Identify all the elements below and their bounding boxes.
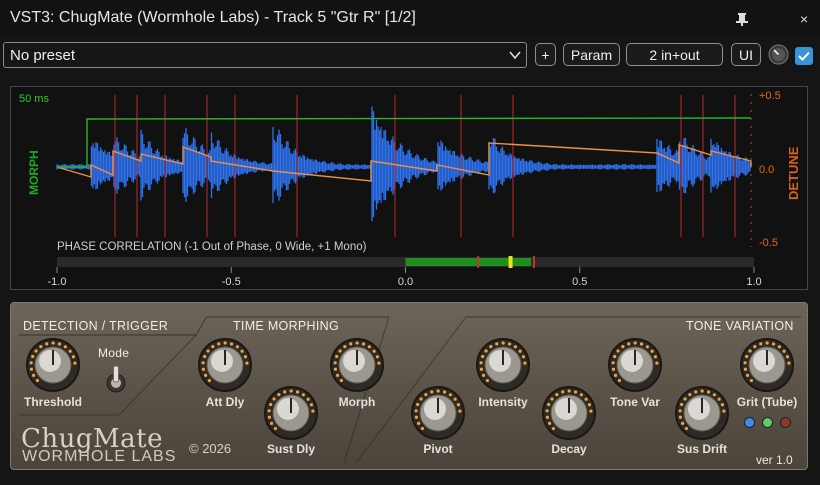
- toolbar: No preset + Param 2 in+out UI: [0, 36, 820, 74]
- sus-drift-knob[interactable]: [674, 385, 730, 441]
- decay-label: Decay: [551, 442, 587, 456]
- sus-drift-label: Sus Drift: [676, 442, 727, 456]
- decay-knob[interactable]: [541, 385, 597, 441]
- add-button[interactable]: +: [535, 43, 556, 66]
- preset-value: No preset: [10, 47, 76, 64]
- morph-label: Morph: [338, 395, 376, 409]
- scope-display: +0.5 0.0 -0.5 50 ms MORPH DETUNE PHASE C…: [10, 86, 808, 290]
- phase-tick-label: 0.5: [572, 276, 587, 288]
- time-scale-label: 50 ms: [19, 93, 49, 105]
- intensity-knob[interactable]: [475, 337, 531, 393]
- close-button[interactable]: ×: [800, 11, 808, 27]
- knob-graphic: [542, 386, 596, 440]
- mode-toggle-switch[interactable]: [104, 363, 128, 395]
- knob-graphic: [26, 338, 80, 392]
- tone-var-label: Tone Var: [610, 395, 660, 409]
- knob-graphic: [411, 386, 465, 440]
- phase-tick-label: -1.0: [48, 276, 67, 288]
- control-panel: DETECTION / TRIGGER TIME MORPHING TONE V…: [10, 302, 808, 470]
- version-text: ver 1.0: [756, 453, 793, 467]
- title-bar: VST3: ChugMate (Wormhole Labs) - Track 5…: [0, 0, 820, 36]
- section-time-title: TIME MORPHING: [233, 319, 339, 333]
- phase-tick-label: -0.5: [222, 276, 241, 288]
- preset-dropdown[interactable]: No preset: [3, 42, 527, 68]
- morph-knob[interactable]: [329, 337, 385, 393]
- detune-tick-mid: 0.0: [759, 164, 774, 176]
- phase-tick-label: 0.0: [398, 276, 413, 288]
- section-tone-title: TONE VARIATION: [686, 319, 794, 333]
- brand-logo-company: WORMHOLE LABS: [22, 448, 177, 465]
- window-title: VST3: ChugMate (Wormhole Labs) - Track 5…: [10, 9, 416, 26]
- waveform: [56, 106, 751, 222]
- detune-tick-bottom: -0.5: [759, 237, 778, 249]
- sust-dly-knob[interactable]: [263, 385, 319, 441]
- phase-ticks: -1.0 -0.5 0.0 0.5 1.0: [48, 267, 762, 288]
- param-button[interactable]: Param: [563, 43, 620, 66]
- grit-label: Grit (Tube): [736, 395, 798, 409]
- pivot-knob[interactable]: [410, 385, 466, 441]
- att-dly-knob[interactable]: [197, 337, 253, 393]
- grit-knob[interactable]: [739, 337, 795, 393]
- copyright-text: © 2026: [189, 441, 232, 456]
- dry-wet-knob-icon[interactable]: [768, 44, 789, 65]
- knob-graphic: [330, 338, 384, 392]
- bypass-checkbox[interactable]: [795, 47, 813, 65]
- detune-tick-top: +0.5: [759, 90, 781, 102]
- mode-label: Mode: [98, 346, 130, 360]
- scope-svg: +0.5 0.0 -0.5 50 ms MORPH DETUNE PHASE C…: [19, 90, 801, 288]
- led-red: [780, 417, 791, 428]
- pivot-label: Pivot: [423, 442, 453, 456]
- threshold-label: Threshold: [23, 395, 82, 409]
- waveform-path: [56, 106, 751, 222]
- check-icon: [798, 51, 810, 61]
- knob-graphic: [608, 338, 662, 392]
- led-green: [762, 417, 773, 428]
- intensity-label: Intensity: [478, 395, 528, 409]
- morph-axis-label: MORPH: [27, 150, 41, 195]
- led-blue: [744, 417, 755, 428]
- tone-var-knob[interactable]: [607, 337, 663, 393]
- phase-marker: [532, 256, 535, 268]
- att-dly-label: Att Dly: [205, 395, 245, 409]
- threshold-knob[interactable]: [25, 337, 81, 393]
- knob-graphic: [264, 386, 318, 440]
- knob-graphic: [198, 338, 252, 392]
- phase-tick-label: 1.0: [746, 276, 761, 288]
- sust-dly-label: Sust Dly: [266, 442, 315, 456]
- phase-marker: [477, 256, 480, 268]
- section-detection-title: DETECTION / TRIGGER: [23, 319, 169, 333]
- ui-button[interactable]: UI: [731, 43, 761, 66]
- io-routing-button[interactable]: 2 in+out: [626, 43, 723, 66]
- knob-graphic: [740, 338, 794, 392]
- chevron-down-icon: [509, 51, 521, 60]
- knob-graphic: [476, 338, 530, 392]
- phase-correlation-label: PHASE CORRELATION (-1 Out of Phase, 0 Wi…: [57, 241, 367, 253]
- knob-graphic: [675, 386, 729, 440]
- pin-icon[interactable]: [734, 12, 750, 26]
- phase-marker: [508, 256, 513, 268]
- detune-axis-label: DETUNE: [786, 146, 801, 200]
